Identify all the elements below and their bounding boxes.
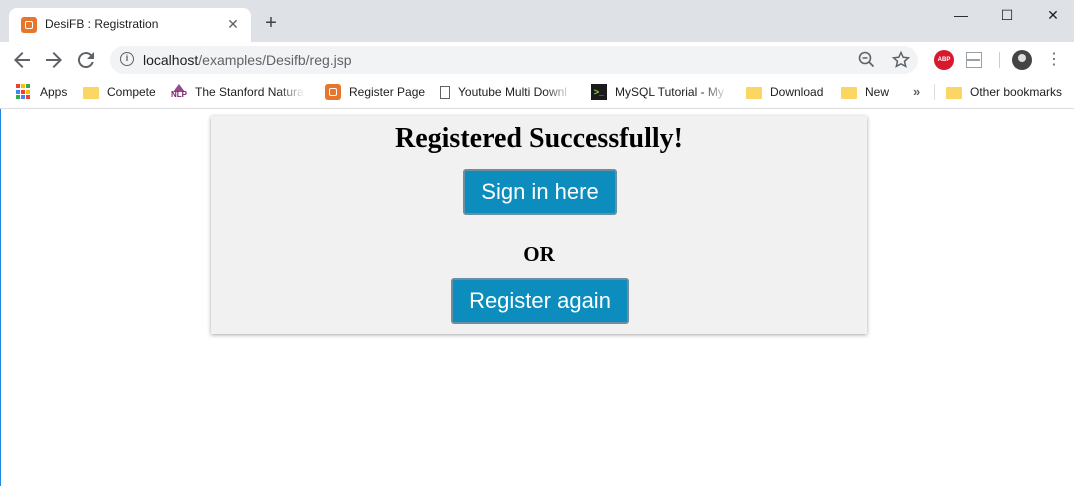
bookmarks-bar: Apps Compete NLP The Stanford Natural Re… — [0, 78, 1074, 109]
bookmark-label: Other bookmarks — [970, 85, 1063, 99]
toolbar-divider — [999, 52, 1000, 68]
minimize-button[interactable]: — — [938, 0, 984, 30]
bookmark-apps[interactable]: Apps — [16, 78, 67, 106]
folder-icon — [841, 87, 857, 99]
or-separator-text: OR — [523, 242, 555, 266]
more-menu-icon[interactable]: ⋮ — [1046, 48, 1062, 72]
xampp-favicon-icon — [21, 17, 37, 33]
bookmark-label: Download — [770, 85, 824, 99]
document-icon — [440, 85, 450, 99]
terminal-icon: >_ — [591, 84, 607, 100]
xampp-icon — [325, 84, 341, 100]
bookmark-stanford-nlp[interactable]: NLP The Stanford Natural — [171, 78, 305, 106]
bookmark-label: New — [865, 85, 890, 99]
bookmark-label: Youtube Multi Downl — [458, 85, 567, 99]
bookmarks-divider — [934, 84, 935, 100]
bookmark-other-bookmarks[interactable]: Other bookmarks — [946, 78, 1062, 106]
bookmark-star-icon[interactable] — [890, 49, 912, 71]
bookmark-youtube-multi-download[interactable]: Youtube Multi Downl — [438, 78, 572, 106]
info-icon[interactable]: i — [120, 52, 134, 66]
bookmark-register-page[interactable]: Register Page — [325, 78, 425, 106]
bookmark-new[interactable]: New — [841, 78, 889, 106]
url-text[interactable]: localhost/examples/Desifb/reg.jsp — [143, 52, 352, 68]
page-title: Registered Successfully! — [395, 123, 683, 154]
folder-icon — [83, 87, 99, 99]
adblock-plus-icon[interactable]: ABP — [934, 50, 954, 70]
success-card: Registered Successfully! Sign in here OR… — [211, 116, 867, 334]
reload-icon[interactable] — [74, 48, 98, 72]
bookmark-label: MySQL Tutorial - My — [615, 85, 724, 99]
bookmark-label: Apps — [40, 85, 68, 99]
browser-title-bar: DesiFB : Registration ✕ + — ☐ ✕ — [0, 0, 1074, 42]
new-tab-button[interactable]: + — [260, 12, 282, 34]
bookmark-label: The Stanford Natural — [195, 85, 305, 99]
register-again-button[interactable]: Register again — [451, 278, 629, 324]
folder-icon — [746, 87, 762, 99]
maximize-button[interactable]: ☐ — [984, 0, 1030, 30]
bookmark-label: Compete — [107, 85, 156, 99]
tab-close-icon[interactable]: ✕ — [223, 14, 243, 34]
sign-in-button[interactable]: Sign in here — [463, 169, 617, 215]
browser-toolbar: i localhost/examples/Desifb/reg.jsp ABP … — [0, 42, 1074, 78]
layout-extension-icon[interactable] — [966, 52, 982, 68]
apps-grid-icon — [16, 84, 32, 100]
bookmark-label: Register Page — [349, 85, 426, 99]
zoom-icon[interactable] — [856, 49, 878, 71]
browser-tab[interactable]: DesiFB : Registration ✕ — [9, 8, 251, 42]
folder-icon — [946, 87, 962, 99]
bookmark-download[interactable]: Download — [746, 78, 823, 106]
nlp-icon: NLP — [171, 84, 187, 100]
forward-arrow-icon[interactable] — [42, 48, 66, 72]
address-bar[interactable]: i localhost/examples/Desifb/reg.jsp — [110, 46, 918, 74]
close-window-button[interactable]: ✕ — [1030, 0, 1074, 30]
profile-avatar[interactable] — [1012, 50, 1032, 70]
tab-title: DesiFB : Registration — [45, 17, 159, 31]
bookmarks-overflow-icon[interactable]: » — [913, 84, 920, 99]
back-arrow-icon[interactable] — [10, 48, 34, 72]
bookmark-mysql-tutorial[interactable]: >_ MySQL Tutorial - My — [591, 78, 729, 106]
bookmark-compete[interactable]: Compete — [83, 78, 156, 106]
page-content: Registered Successfully! Sign in here OR… — [0, 109, 1074, 486]
